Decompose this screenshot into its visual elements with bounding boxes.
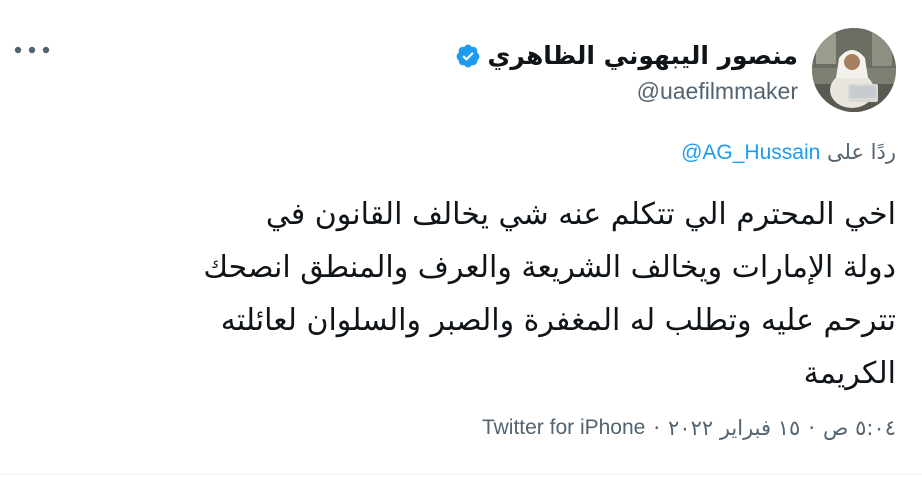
replying-to: ردًا على @AG_Hussain: [681, 140, 896, 165]
avatar[interactable]: [812, 28, 896, 112]
name-row: منصور اليبهوني الظاهري: [455, 36, 798, 76]
meta-separator: ·: [653, 416, 661, 440]
tweet-header: منصور اليبهوني الظاهري @uaefilmmaker: [455, 28, 896, 112]
tweet-source[interactable]: Twitter for iPhone: [482, 416, 645, 440]
tweet-text-line: اخي المحترم الي تتكلم عنه شي يخالف القان…: [265, 197, 896, 232]
tweet-text: اخي المحترم الي تتكلم عنه شي يخالف القان…: [36, 188, 896, 400]
verified-badge-icon: [455, 43, 481, 69]
author-display-name[interactable]: منصور اليبهوني الظاهري: [487, 41, 798, 70]
tweet-text-line: الكريمة: [803, 356, 896, 391]
more-options-icon[interactable]: [14, 40, 50, 60]
tweet: منصور اليبهوني الظاهري @uaefilmmaker ردً…: [0, 0, 922, 477]
avatar-image: [812, 28, 896, 112]
divider: [0, 474, 922, 475]
tweet-meta: ٥:٠٤ ص · ١٥ فبراير ٢٠٢٢ · Twitter for iP…: [482, 416, 896, 440]
tweet-date[interactable]: ١٥ فبراير ٢٠٢٢: [668, 416, 800, 440]
replying-to-handle-link[interactable]: @AG_Hussain: [681, 141, 820, 164]
author-names: منصور اليبهوني الظاهري @uaefilmmaker: [455, 36, 798, 105]
replying-to-label: ردًا على: [827, 140, 896, 164]
tweet-text-line: دولة الإمارات ويخالف الشريعة والعرف والم…: [203, 250, 896, 285]
author-handle[interactable]: @uaefilmmaker: [455, 78, 798, 105]
meta-separator: ·: [808, 416, 815, 440]
tweet-text-line: تترحم عليه وتطلب له المغفرة والصبر والسل…: [220, 303, 896, 338]
tweet-time[interactable]: ٥:٠٤ ص: [823, 416, 896, 440]
